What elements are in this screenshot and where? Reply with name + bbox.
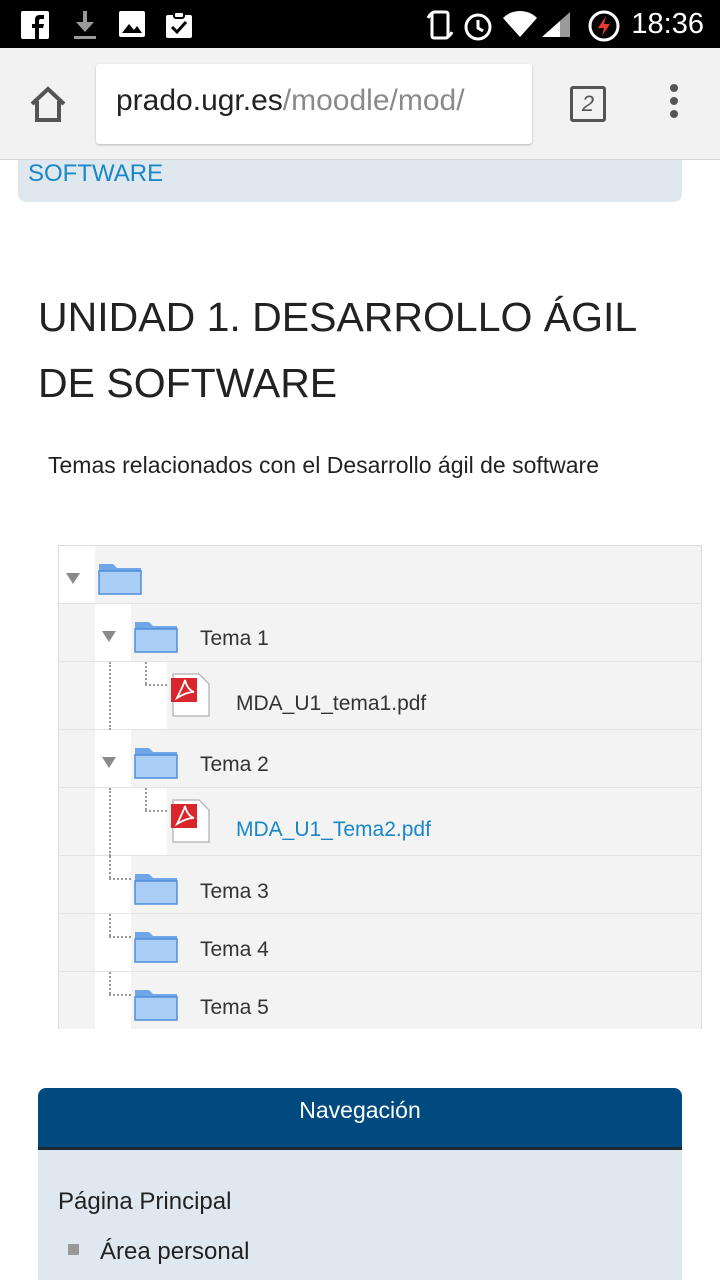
pdf-icon — [171, 799, 210, 843]
section-summary: Temas relacionados con el Desarrollo ági… — [48, 452, 600, 478]
folder-icon — [134, 990, 178, 1021]
navigation-header[interactable]: Navegación — [38, 1088, 682, 1150]
tree-row-tema4[interactable]: Tema 4 — [59, 914, 701, 972]
url-host: prado.ugr.es — [116, 84, 283, 117]
folder-icon — [134, 748, 178, 779]
collapse-toggle-icon[interactable] — [66, 573, 80, 584]
pdf-icon — [171, 673, 210, 717]
signal-icon — [542, 12, 570, 37]
collapse-toggle-icon[interactable] — [102, 757, 116, 768]
collapse-toggle-icon[interactable] — [102, 631, 116, 642]
breadcrumb-link[interactable]: SOFTWARE — [28, 160, 163, 188]
download-icon — [74, 11, 96, 39]
tree-row-file2[interactable]: MDA_U1_Tema2.pdf — [59, 788, 701, 856]
alarm-icon — [464, 13, 492, 41]
overflow-menu-icon[interactable] — [664, 84, 684, 124]
browser-toolbar: prado.ugr.es/moodle/mod/ 2 — [0, 48, 720, 160]
folder-icon — [98, 564, 142, 595]
tab-switcher-button[interactable]: 2 — [570, 86, 606, 122]
tree-item-label[interactable]: Tema 3 — [200, 880, 269, 904]
nav-home-link[interactable]: Página Principal — [58, 1188, 231, 1216]
rotate-icon — [426, 10, 454, 40]
clock: 18:36 — [631, 8, 704, 40]
tree-row-tema3[interactable]: Tema 3 — [59, 856, 701, 914]
section-title: UNIDAD 1. DESARROLLO ÁGIL DE SOFTWARE — [38, 294, 636, 406]
navigation-block: Navegación Página Principal Área persona… — [38, 1088, 682, 1280]
file-link[interactable]: MDA_U1_Tema2.pdf — [236, 818, 431, 842]
folder-icon — [134, 874, 178, 905]
tree-row-file1[interactable]: MDA_U1_tema1.pdf — [59, 662, 701, 730]
tree-row-tema5[interactable]: Tema 5 — [59, 972, 701, 1029]
home-icon[interactable] — [26, 82, 70, 126]
wifi-icon — [503, 10, 537, 37]
file-link[interactable]: MDA_U1_tema1.pdf — [236, 692, 426, 716]
tree-item-label[interactable]: Tema 1 — [200, 627, 269, 651]
folder-icon — [134, 622, 178, 653]
image-icon — [119, 11, 145, 37]
clipboard-check-icon — [166, 11, 192, 38]
folder-icon — [134, 932, 178, 963]
bullet-icon — [68, 1244, 79, 1255]
folder-tree: Tema 1 MDA_U1_tema1.pdf Tema 2 MDA_U1_Te… — [58, 545, 702, 1029]
tree-item-label[interactable]: Tema 4 — [200, 938, 269, 962]
url-text: prado.ugr.es/moodle/mod/ — [116, 84, 465, 118]
tree-row-tema1[interactable]: Tema 1 — [59, 604, 701, 662]
facebook-icon — [21, 11, 49, 39]
address-bar[interactable]: prado.ugr.es/moodle/mod/ — [96, 64, 532, 144]
status-bar: 18:36 — [0, 0, 720, 48]
tree-row-tema2[interactable]: Tema 2 — [59, 730, 701, 788]
tree-item-label[interactable]: Tema 2 — [200, 753, 269, 777]
nav-item-area-personal[interactable]: Área personal — [100, 1238, 249, 1266]
battery-charging-icon — [588, 10, 620, 42]
url-path: /moodle/mod/ — [282, 84, 465, 117]
course-header-banner: SOFTWARE — [18, 160, 682, 202]
tree-root-row[interactable] — [59, 546, 701, 604]
tree-item-label[interactable]: Tema 5 — [200, 996, 269, 1020]
